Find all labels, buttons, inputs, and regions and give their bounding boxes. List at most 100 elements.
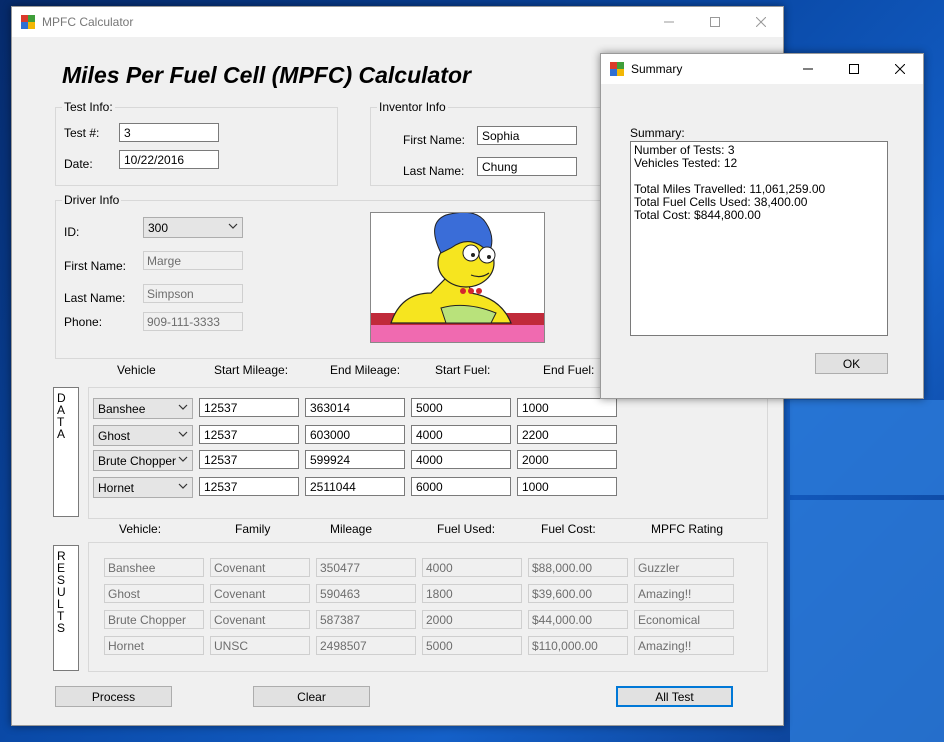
data-start-mileage-input[interactable]: 12537 xyxy=(199,477,299,496)
vehicle-select[interactable]: Banshee xyxy=(93,398,193,419)
vehicle-select-value: Brute Chopper xyxy=(98,454,177,468)
data-side-label: DATA xyxy=(53,387,79,517)
driver-first-name-label: First Name: xyxy=(64,259,127,273)
data-start-fuel-input[interactable]: 4000 xyxy=(411,450,511,469)
chevron-down-icon xyxy=(178,431,188,437)
side-letter: A xyxy=(57,427,66,441)
data-end-mileage-input[interactable]: 599924 xyxy=(305,450,405,469)
main-titlebar[interactable]: MPFC Calculator xyxy=(12,7,783,37)
test-info-group: Test Info: xyxy=(55,100,338,186)
result-rating-field: Economical xyxy=(634,610,734,629)
result-mileage-field: 590463 xyxy=(316,584,416,603)
data-end-mileage-input[interactable]: 2511044 xyxy=(305,477,405,496)
summary-close-button[interactable] xyxy=(877,54,923,84)
vehicle-select-value: Banshee xyxy=(98,402,146,416)
chevron-down-icon xyxy=(228,223,238,229)
summary-line: Total Cost: $844,800.00 xyxy=(634,208,761,222)
chevron-down-icon xyxy=(178,483,188,489)
data-end-fuel-input[interactable]: 1000 xyxy=(517,398,617,417)
results-column-header: Mileage xyxy=(330,522,373,536)
result-fuel-cost-field: $39,600.00 xyxy=(528,584,628,603)
app-icon xyxy=(21,15,35,29)
vehicle-select[interactable]: Brute Chopper xyxy=(93,450,193,471)
result-vehicle-field: Brute Chopper xyxy=(104,610,204,629)
result-rating-field: Amazing!! xyxy=(634,636,734,655)
data-end-mileage-input[interactable]: 363014 xyxy=(305,398,405,417)
data-end-fuel-input[interactable]: 1000 xyxy=(517,477,617,496)
results-column-header: MPFC Rating xyxy=(651,522,724,536)
driver-photo xyxy=(370,212,545,343)
driver-first-name-field: Marge xyxy=(143,251,243,270)
driver-id-value: 300 xyxy=(148,221,169,235)
summary-maximize-button[interactable] xyxy=(831,54,877,84)
data-start-fuel-input[interactable]: 5000 xyxy=(411,398,511,417)
result-family-field: Covenant xyxy=(210,610,310,629)
result-fuel-used-field: 1800 xyxy=(422,584,522,603)
data-column-header: Start Fuel: xyxy=(435,363,491,377)
driver-info-title: Driver Info xyxy=(62,193,122,207)
data-end-fuel-input[interactable]: 2000 xyxy=(517,450,617,469)
data-column-header: End Fuel: xyxy=(543,363,595,377)
data-start-mileage-input[interactable]: 12537 xyxy=(199,450,299,469)
results-side-label: RESULTS xyxy=(53,545,79,671)
minimize-button[interactable] xyxy=(646,7,692,37)
result-fuel-used-field: 4000 xyxy=(422,558,522,577)
wallpaper-pane xyxy=(790,500,944,742)
close-button[interactable] xyxy=(738,7,784,37)
data-end-mileage-input[interactable]: 603000 xyxy=(305,425,405,444)
driver-phone-label: Phone: xyxy=(64,315,103,329)
summary-minimize-button[interactable] xyxy=(785,54,831,84)
summary-title: Summary xyxy=(631,62,683,76)
all-test-button[interactable]: All Test xyxy=(616,686,733,707)
data-start-fuel-input[interactable]: 4000 xyxy=(411,425,511,444)
app-icon xyxy=(610,62,624,76)
summary-lines: Number of Tests: 3 Vehicles Tested: 12 Tot… xyxy=(634,144,884,222)
test-num-input[interactable]: 3 xyxy=(119,123,219,142)
driver-last-name-field: Simpson xyxy=(143,284,243,303)
maximize-icon xyxy=(849,64,859,74)
result-rating-field: Guzzler xyxy=(634,558,734,577)
data-start-fuel-input[interactable]: 6000 xyxy=(411,477,511,496)
summary-line: Vehicles Tested: 12 xyxy=(634,156,738,170)
summary-titlebar[interactable]: Summary xyxy=(601,54,923,84)
wallpaper-pane xyxy=(790,400,944,495)
result-mileage-field: 350477 xyxy=(316,558,416,577)
process-button[interactable]: Process xyxy=(55,686,172,707)
result-mileage-field: 587387 xyxy=(316,610,416,629)
data-column-header: End Mileage: xyxy=(330,363,401,377)
inventor-last-name-label: Last Name: xyxy=(403,164,465,178)
data-start-mileage-input[interactable]: 12537 xyxy=(199,425,299,444)
vehicle-select-value: Hornet xyxy=(98,481,135,495)
maximize-button[interactable] xyxy=(692,7,738,37)
vehicle-select[interactable]: Hornet xyxy=(93,477,193,498)
ok-button[interactable]: OK xyxy=(815,353,888,374)
driver-portrait-image xyxy=(371,213,544,342)
results-column-header: Fuel Cost: xyxy=(541,522,596,536)
result-family-field: Covenant xyxy=(210,584,310,603)
inventor-first-name-label: First Name: xyxy=(403,133,466,147)
data-column-header: Start Mileage: xyxy=(214,363,289,377)
summary-window: Summary Summary: Number of Tests: 3 Vehic… xyxy=(600,53,924,399)
driver-id-label: ID: xyxy=(64,225,80,239)
date-input[interactable]: 10/22/2016 xyxy=(119,150,219,169)
close-icon xyxy=(756,17,766,27)
result-fuel-cost-field: $110,000.00 xyxy=(528,636,628,655)
vehicle-select[interactable]: Ghost xyxy=(93,425,193,446)
vehicle-select-value: Ghost xyxy=(98,429,131,443)
minimize-icon xyxy=(803,68,813,70)
result-fuel-used-field: 2000 xyxy=(422,610,522,629)
summary-textbox[interactable]: Number of Tests: 3 Vehicles Tested: 12 Tot… xyxy=(630,141,888,336)
data-end-fuel-input[interactable]: 2200 xyxy=(517,425,617,444)
test-num-label: Test #: xyxy=(64,126,100,140)
data-start-mileage-input[interactable]: 12537 xyxy=(199,398,299,417)
driver-id-select[interactable]: 300 xyxy=(143,217,243,238)
page-heading: Miles Per Fuel Cell (MPFC) Calculator xyxy=(62,62,471,88)
minimize-icon xyxy=(664,21,674,23)
result-rating-field: Amazing!! xyxy=(634,584,734,603)
clear-button[interactable]: Clear xyxy=(253,686,370,707)
result-vehicle-field: Banshee xyxy=(104,558,204,577)
results-side-letters: RESULTS xyxy=(54,546,78,634)
inventor-first-name-input[interactable]: Sophia xyxy=(477,126,577,145)
result-family-field: UNSC xyxy=(210,636,310,655)
inventor-last-name-input[interactable]: Chung xyxy=(477,157,577,176)
